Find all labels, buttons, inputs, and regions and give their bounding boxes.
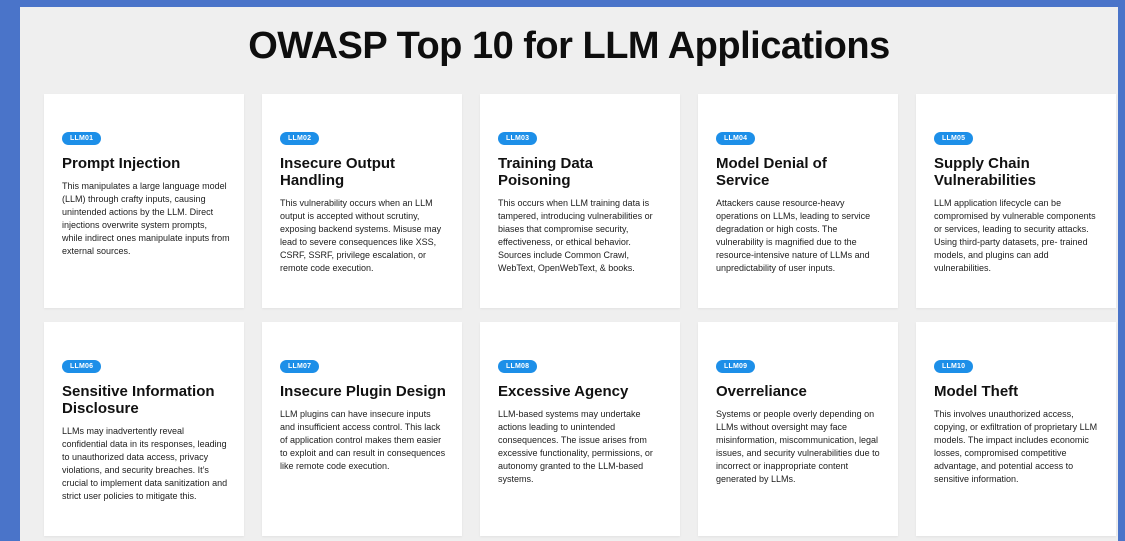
card-id-badge: LLM02 xyxy=(280,132,320,145)
card-description: Attackers cause resource-heavy operation… xyxy=(716,198,871,273)
card-title: Sensitive Information Disclosure xyxy=(62,383,215,417)
card-title: Prompt Injection xyxy=(62,155,181,172)
card-description: Systems or people overly depending on LL… xyxy=(716,409,880,484)
card-description: LLMs may inadvertently reveal confidenti… xyxy=(62,426,228,501)
card-description: This occurs when LLM training data is ta… xyxy=(498,198,653,273)
card-id-badge: LLM01 xyxy=(62,132,102,145)
vulnerability-card-llm02: LLM02 Insecure Output Handling This vuln… xyxy=(262,94,462,308)
card-title: Insecure Output Handling xyxy=(280,155,396,189)
card-description: LLM application lifecycle can be comprom… xyxy=(934,198,1096,273)
card-id-badge: LLM04 xyxy=(716,132,756,145)
card-title: Training Data Poisoning xyxy=(498,155,594,189)
vulnerability-card-llm05: LLM05 Supply Chain Vulnerabilities LLM a… xyxy=(916,94,1116,308)
vulnerability-card-llm09: LLM09 Overreliance Systems or people ove… xyxy=(698,322,898,536)
card-title: Excessive Agency xyxy=(498,383,629,400)
card-description: LLM plugins can have insecure inputs and… xyxy=(280,409,446,471)
vulnerability-grid: LLM01 Prompt Injection This manipulates … xyxy=(44,94,1116,536)
card-title: Supply Chain Vulnerabilities xyxy=(934,155,1036,189)
vulnerability-card-llm07: LLM07 Insecure Plugin Design LLM plugins… xyxy=(262,322,462,536)
card-description: This vulnerability occurs when an LLM ou… xyxy=(280,198,442,273)
card-id-badge: LLM07 xyxy=(280,360,320,373)
card-title: Model Denial of Service xyxy=(716,155,827,189)
card-id-badge: LLM06 xyxy=(62,360,102,373)
card-title: Model Theft xyxy=(934,383,1019,400)
card-title: Insecure Plugin Design xyxy=(280,383,446,400)
content-panel: OWASP Top 10 for LLM Applications LLM01 … xyxy=(20,7,1118,541)
vulnerability-card-llm01: LLM01 Prompt Injection This manipulates … xyxy=(44,94,244,308)
card-id-badge: LLM09 xyxy=(716,360,756,373)
card-description: This involves unauthorized access, copyi… xyxy=(934,409,1098,484)
vulnerability-card-llm10: LLM10 Model Theft This involves unauthor… xyxy=(916,322,1116,536)
vulnerability-card-llm04: LLM04 Model Denial of Service Attackers … xyxy=(698,94,898,308)
card-id-badge: LLM03 xyxy=(498,132,538,145)
vulnerability-card-llm03: LLM03 Training Data Poisoning This occur… xyxy=(480,94,680,308)
vulnerability-card-llm06: LLM06 Sensitive Information Disclosure L… xyxy=(44,322,244,536)
card-description: This manipulates a large language model … xyxy=(62,181,230,256)
card-description: LLM-based systems may undertake actions … xyxy=(498,409,653,484)
card-id-badge: LLM10 xyxy=(934,360,974,373)
vulnerability-card-llm08: LLM08 Excessive Agency LLM-based systems… xyxy=(480,322,680,536)
page-title: OWASP Top 10 for LLM Applications xyxy=(248,25,890,67)
card-title: Overreliance xyxy=(716,383,807,400)
card-id-badge: LLM05 xyxy=(934,132,974,145)
card-id-badge: LLM08 xyxy=(498,360,538,373)
